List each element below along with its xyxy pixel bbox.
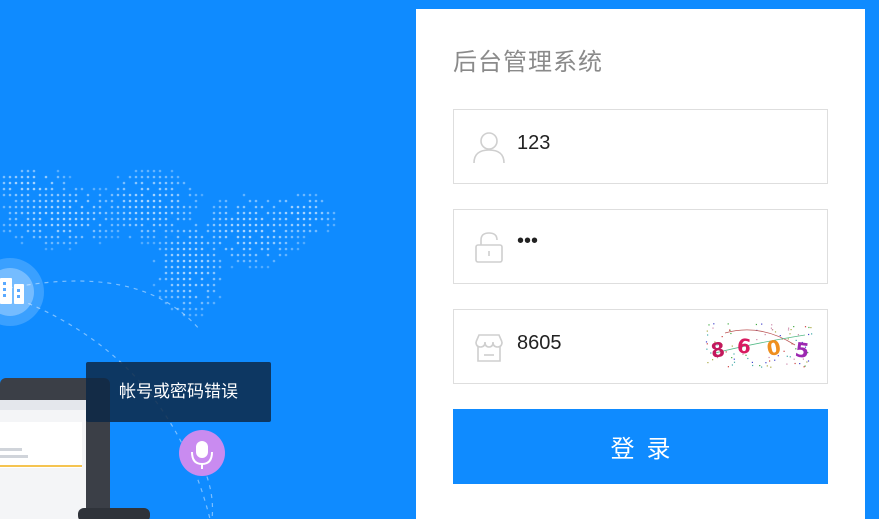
captcha-char: 8 [709,337,726,363]
captcha-field[interactable]: 8605 8 6 0 5 [453,309,828,384]
captcha-image[interactable]: 8 6 0 5 [705,323,817,369]
user-icon [473,132,505,164]
error-toast: 帐号或密码错误 [86,362,271,422]
username-value: 123 [517,132,551,154]
microphone-icon [179,430,225,476]
captcha-value: 8605 [517,332,562,354]
password-field[interactable]: ••• [453,209,828,284]
world-map-dots [2,169,336,317]
store-icon [475,334,503,362]
page-title: 后台管理系统 [453,48,603,76]
captcha-char: 5 [794,337,811,363]
password-value: ••• [517,230,539,252]
login-panel: 后台管理系统 123 ••• 8605 8 6 0 5 登录 [416,9,865,519]
captcha-char: 6 [736,333,752,358]
login-button[interactable]: 登录 [453,409,828,484]
building-icon [0,258,44,326]
captcha-char: 0 [765,335,783,361]
username-field[interactable]: 123 [453,109,828,184]
lock-icon [475,232,503,263]
